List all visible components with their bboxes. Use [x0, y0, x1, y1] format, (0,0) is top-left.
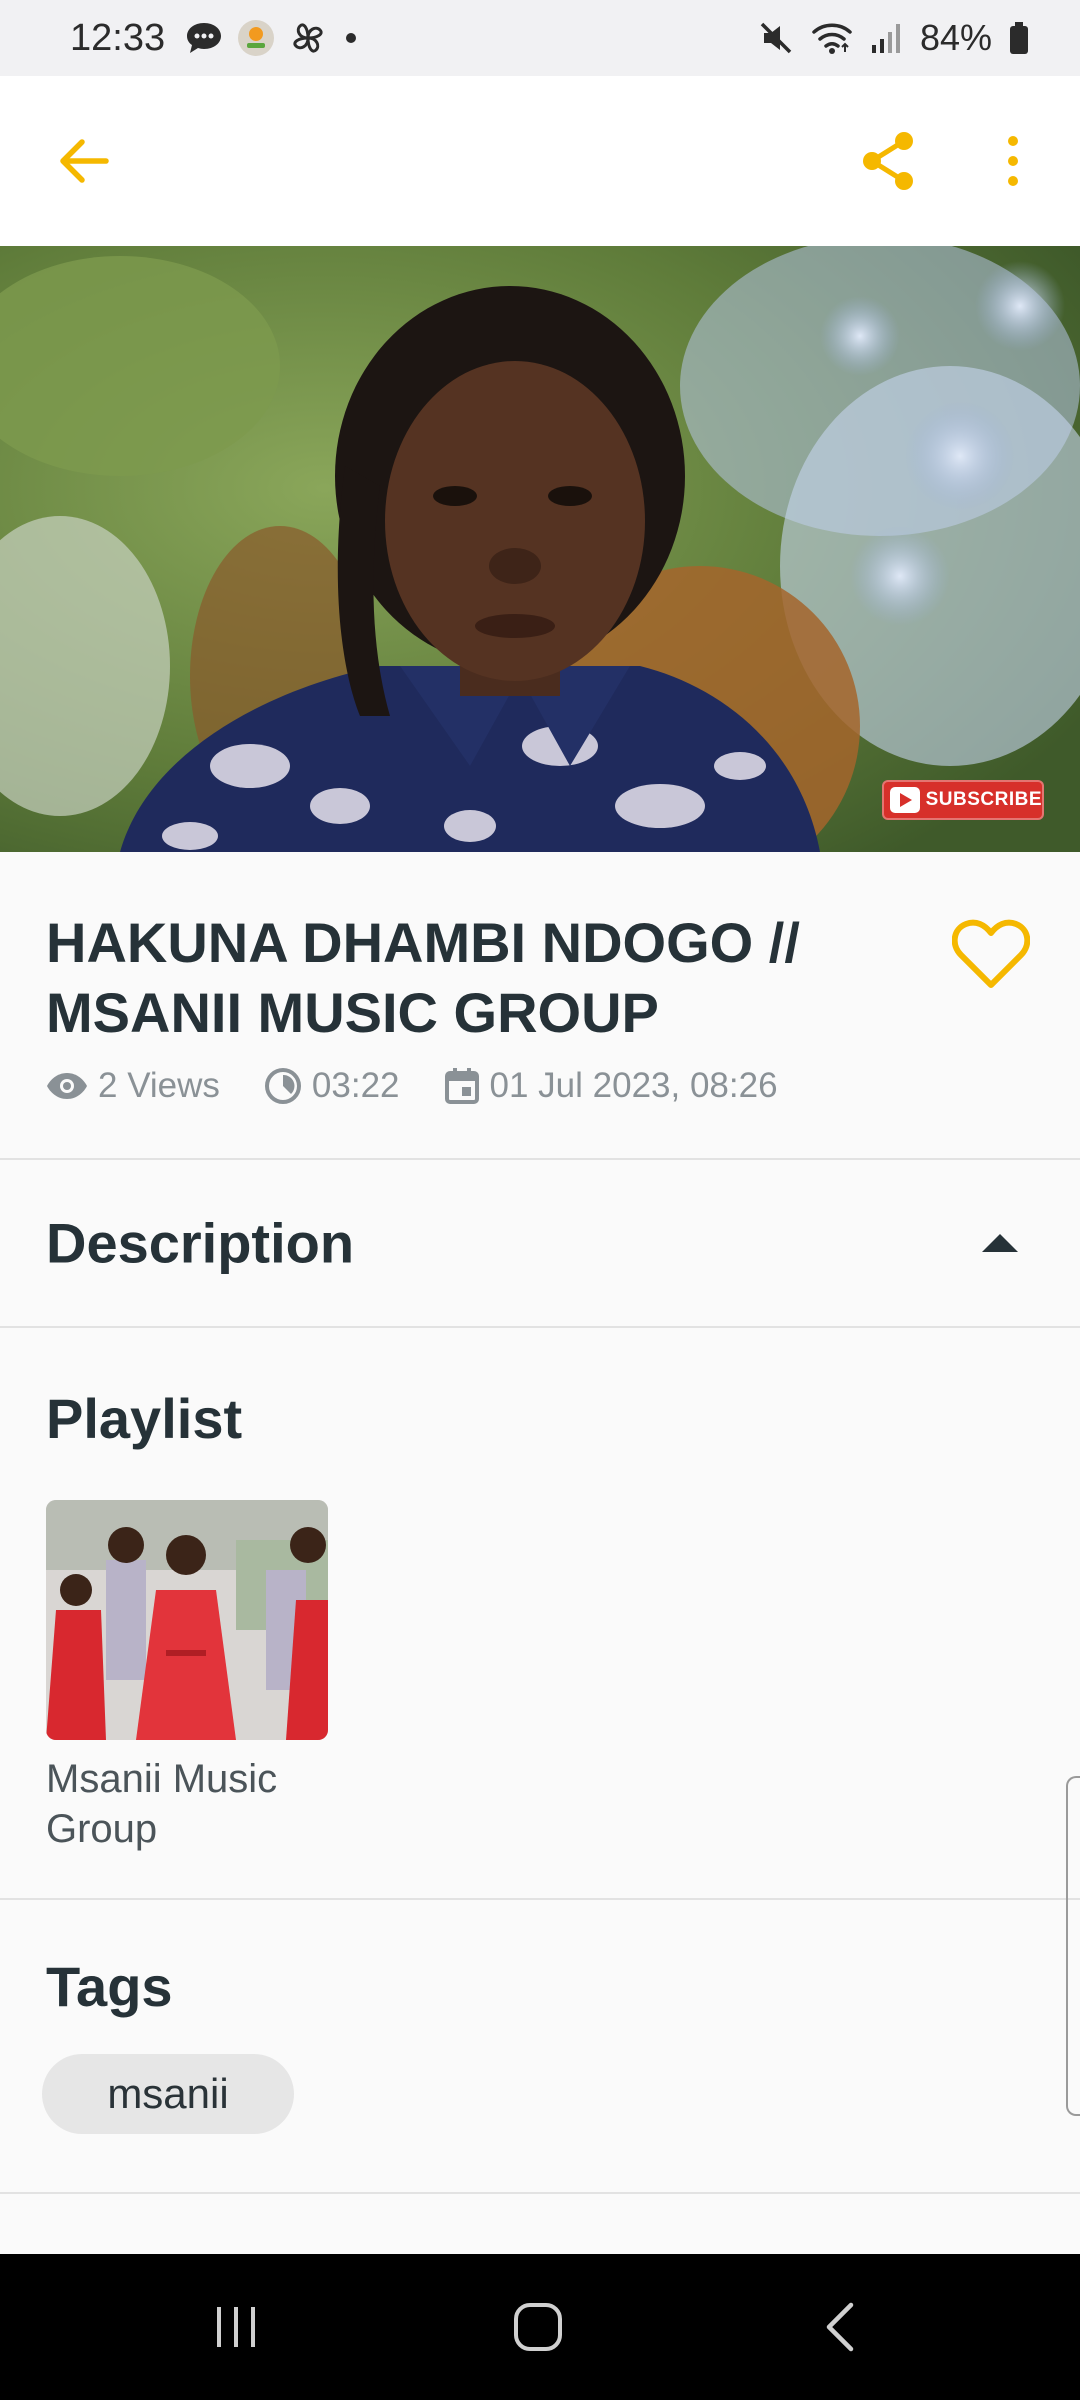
playlist-item[interactable]: Msanii Music Group [46, 1500, 328, 1854]
battery-icon [1010, 22, 1028, 54]
playlist-section: Playlist Msanii Music Group [0, 1328, 1080, 1900]
playlist-thumbnail [46, 1500, 328, 1740]
more-vertical-icon [1008, 136, 1018, 186]
publish-date: 01 Jul 2023, 08:26 [489, 1066, 778, 1105]
description-title: Description [46, 1211, 355, 1275]
duration-meta: 03:22 [264, 1066, 400, 1106]
play-icon [890, 787, 920, 813]
favorite-button[interactable] [944, 912, 1038, 996]
video-player[interactable]: SUBSCRIBE [0, 246, 1080, 852]
status-left-icons [185, 19, 361, 57]
description-toggle[interactable] [960, 1203, 1040, 1283]
share-button[interactable] [848, 121, 928, 201]
tags-section: Tags msanii [0, 1900, 1080, 2194]
views-count: 2 Views [98, 1066, 220, 1105]
dot-icon [346, 33, 357, 43]
views-meta: 2 Views [46, 1066, 220, 1106]
more-button[interactable] [973, 121, 1053, 201]
playlist-item-name: Msanii Music Group [46, 1757, 278, 1851]
caret-up-icon [982, 1234, 1018, 1252]
calendar-icon [444, 1068, 479, 1104]
wifi-icon [812, 23, 852, 54]
app-bar [0, 76, 1080, 246]
system-nav-bar [0, 2254, 1080, 2400]
video-thumbnail-image [0, 246, 1080, 852]
video-title: HAKUNA DHAMBI NDOGO // MSANII MUSIC GROU… [46, 911, 800, 1044]
eye-icon [47, 1073, 87, 1099]
back-button[interactable] [44, 121, 124, 201]
playlist-thumbnail-image [46, 1500, 328, 1740]
battery-percent: 84% [919, 17, 992, 58]
subscribe-badge[interactable]: SUBSCRIBE [882, 780, 1044, 820]
playlist-title: Playlist [46, 1387, 243, 1450]
description-section[interactable]: Description [0, 1160, 1080, 1328]
share-icon [863, 132, 913, 190]
status-right: 84% [758, 17, 1030, 59]
recents-button[interactable] [186, 2277, 286, 2377]
chevron-left-icon [826, 2302, 854, 2352]
subscribe-label: SUBSCRIBE [925, 789, 1042, 810]
recents-icon [217, 2307, 255, 2347]
tag-chip[interactable]: msanii [42, 2054, 294, 2134]
duration: 03:22 [311, 1066, 400, 1105]
heart-outline-icon [952, 919, 1030, 988]
date-meta: 01 Jul 2023, 08:26 [444, 1066, 778, 1106]
tags-title: Tags [46, 1955, 173, 2018]
meta-row: 2 Views 03:22 01 Jul 2023, 08:26 [46, 1066, 822, 1106]
home-icon [514, 2303, 562, 2351]
clock-icon [264, 1068, 301, 1104]
mute-icon [760, 22, 792, 54]
arrow-back-icon [60, 139, 109, 183]
status-bar: 12:33 84% [0, 0, 1080, 76]
pinwheel-icon [293, 23, 323, 53]
status-time: 12:33 [70, 16, 166, 59]
video-details: HAKUNA DHAMBI NDOGO // MSANII MUSIC GROU… [0, 852, 1080, 1160]
chat-bubble-icon [187, 23, 222, 53]
home-button[interactable] [488, 2277, 588, 2377]
app-badge-icon [238, 20, 275, 56]
back-nav-button[interactable] [790, 2277, 890, 2377]
signal-icon [871, 24, 900, 53]
